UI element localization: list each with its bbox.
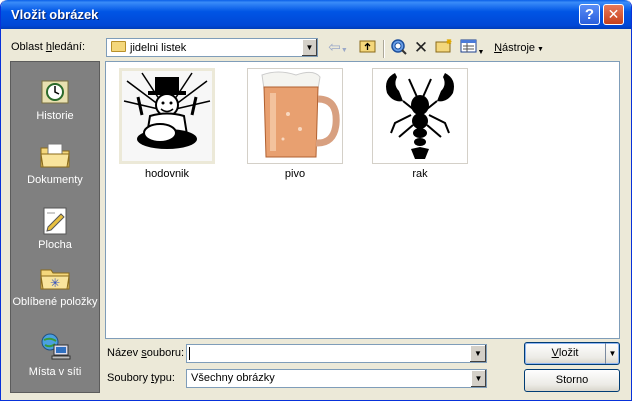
file-item-hodovnik[interactable]: hodovnik (119, 68, 215, 180)
back-button[interactable]: ⇦▼ (324, 38, 352, 58)
documents-icon (40, 143, 70, 168)
file-item-rak[interactable]: rak (372, 68, 468, 180)
place-favorites[interactable]: ✳ Oblíbené položky (11, 262, 99, 309)
file-type-value: Všechny obrázky (191, 372, 275, 384)
chevron-down-icon[interactable]: ▼ (605, 343, 619, 364)
network-icon (41, 333, 71, 360)
file-item-pivo[interactable]: pivo (247, 68, 343, 180)
look-in-dropdown[interactable]: jidelni listek ▼ (106, 38, 318, 57)
chevron-down-icon[interactable]: ▼ (470, 345, 486, 362)
place-documents[interactable]: Dokumenty (11, 140, 99, 187)
back-arrow-icon: ⇦ (328, 39, 341, 56)
folder-icon (111, 41, 126, 52)
delete-button[interactable]: ✕ (411, 38, 431, 58)
file-name: pivo (284, 168, 306, 180)
window-title: Vložit obrázek (11, 7, 99, 22)
file-list[interactable]: hodovnik pivo rak (105, 61, 620, 339)
file-name: hodovnik (144, 168, 190, 180)
file-name-input[interactable]: ▼ (186, 344, 487, 363)
title-bar[interactable]: Vložit obrázek ? ✕ (1, 0, 631, 29)
file-type-dropdown[interactable]: Všechny obrázky ▼ (186, 369, 487, 388)
crayfish-thumbnail (386, 73, 454, 159)
help-button[interactable]: ? (579, 4, 600, 25)
views-button[interactable]: ▼ (457, 38, 487, 58)
look-in-value: jidelni listek (130, 42, 187, 54)
svg-text:✳: ✳ (50, 276, 60, 290)
chevron-down-icon[interactable]: ▼ (470, 370, 486, 387)
history-icon (41, 80, 69, 104)
place-desktop[interactable]: Plocha (11, 205, 99, 252)
look-in-label: Oblast hledání: (11, 41, 86, 53)
delete-icon: ✕ (413, 38, 429, 57)
text-caret (189, 347, 190, 360)
feast-man-thumbnail (123, 72, 211, 149)
new-folder-button[interactable] (433, 38, 455, 58)
views-icon (460, 39, 477, 53)
insert-picture-dialog: Vložit obrázek ? ✕ Oblast hledání: jidel… (0, 0, 632, 401)
tools-menu[interactable]: Nástroje ▼ (491, 38, 547, 58)
chevron-down-icon[interactable]: ▼ (301, 39, 317, 56)
search-web-button[interactable] (388, 38, 410, 58)
insert-button[interactable]: Vložit ▼ (524, 342, 620, 365)
file-name-label: Název souboru: (107, 347, 185, 359)
toolbar-separator (383, 40, 384, 58)
desktop-icon (43, 207, 67, 235)
place-network[interactable]: Místa v síti (11, 332, 99, 379)
file-type-label: Soubory typu: (107, 372, 175, 384)
close-button[interactable]: ✕ (603, 4, 624, 25)
place-history[interactable]: Historie (11, 76, 99, 123)
places-bar: Historie Dokumenty Plocha ✳ Oblíbené pol… (10, 61, 100, 393)
cancel-button[interactable]: Storno (524, 369, 620, 392)
up-folder-button[interactable] (357, 38, 379, 58)
new-folder-icon (435, 39, 452, 53)
file-name: rak (412, 168, 428, 180)
beer-mug-thumbnail (261, 71, 340, 158)
favorites-icon: ✳ (40, 269, 70, 290)
search-web-icon (391, 39, 407, 55)
up-folder-icon (359, 40, 376, 53)
